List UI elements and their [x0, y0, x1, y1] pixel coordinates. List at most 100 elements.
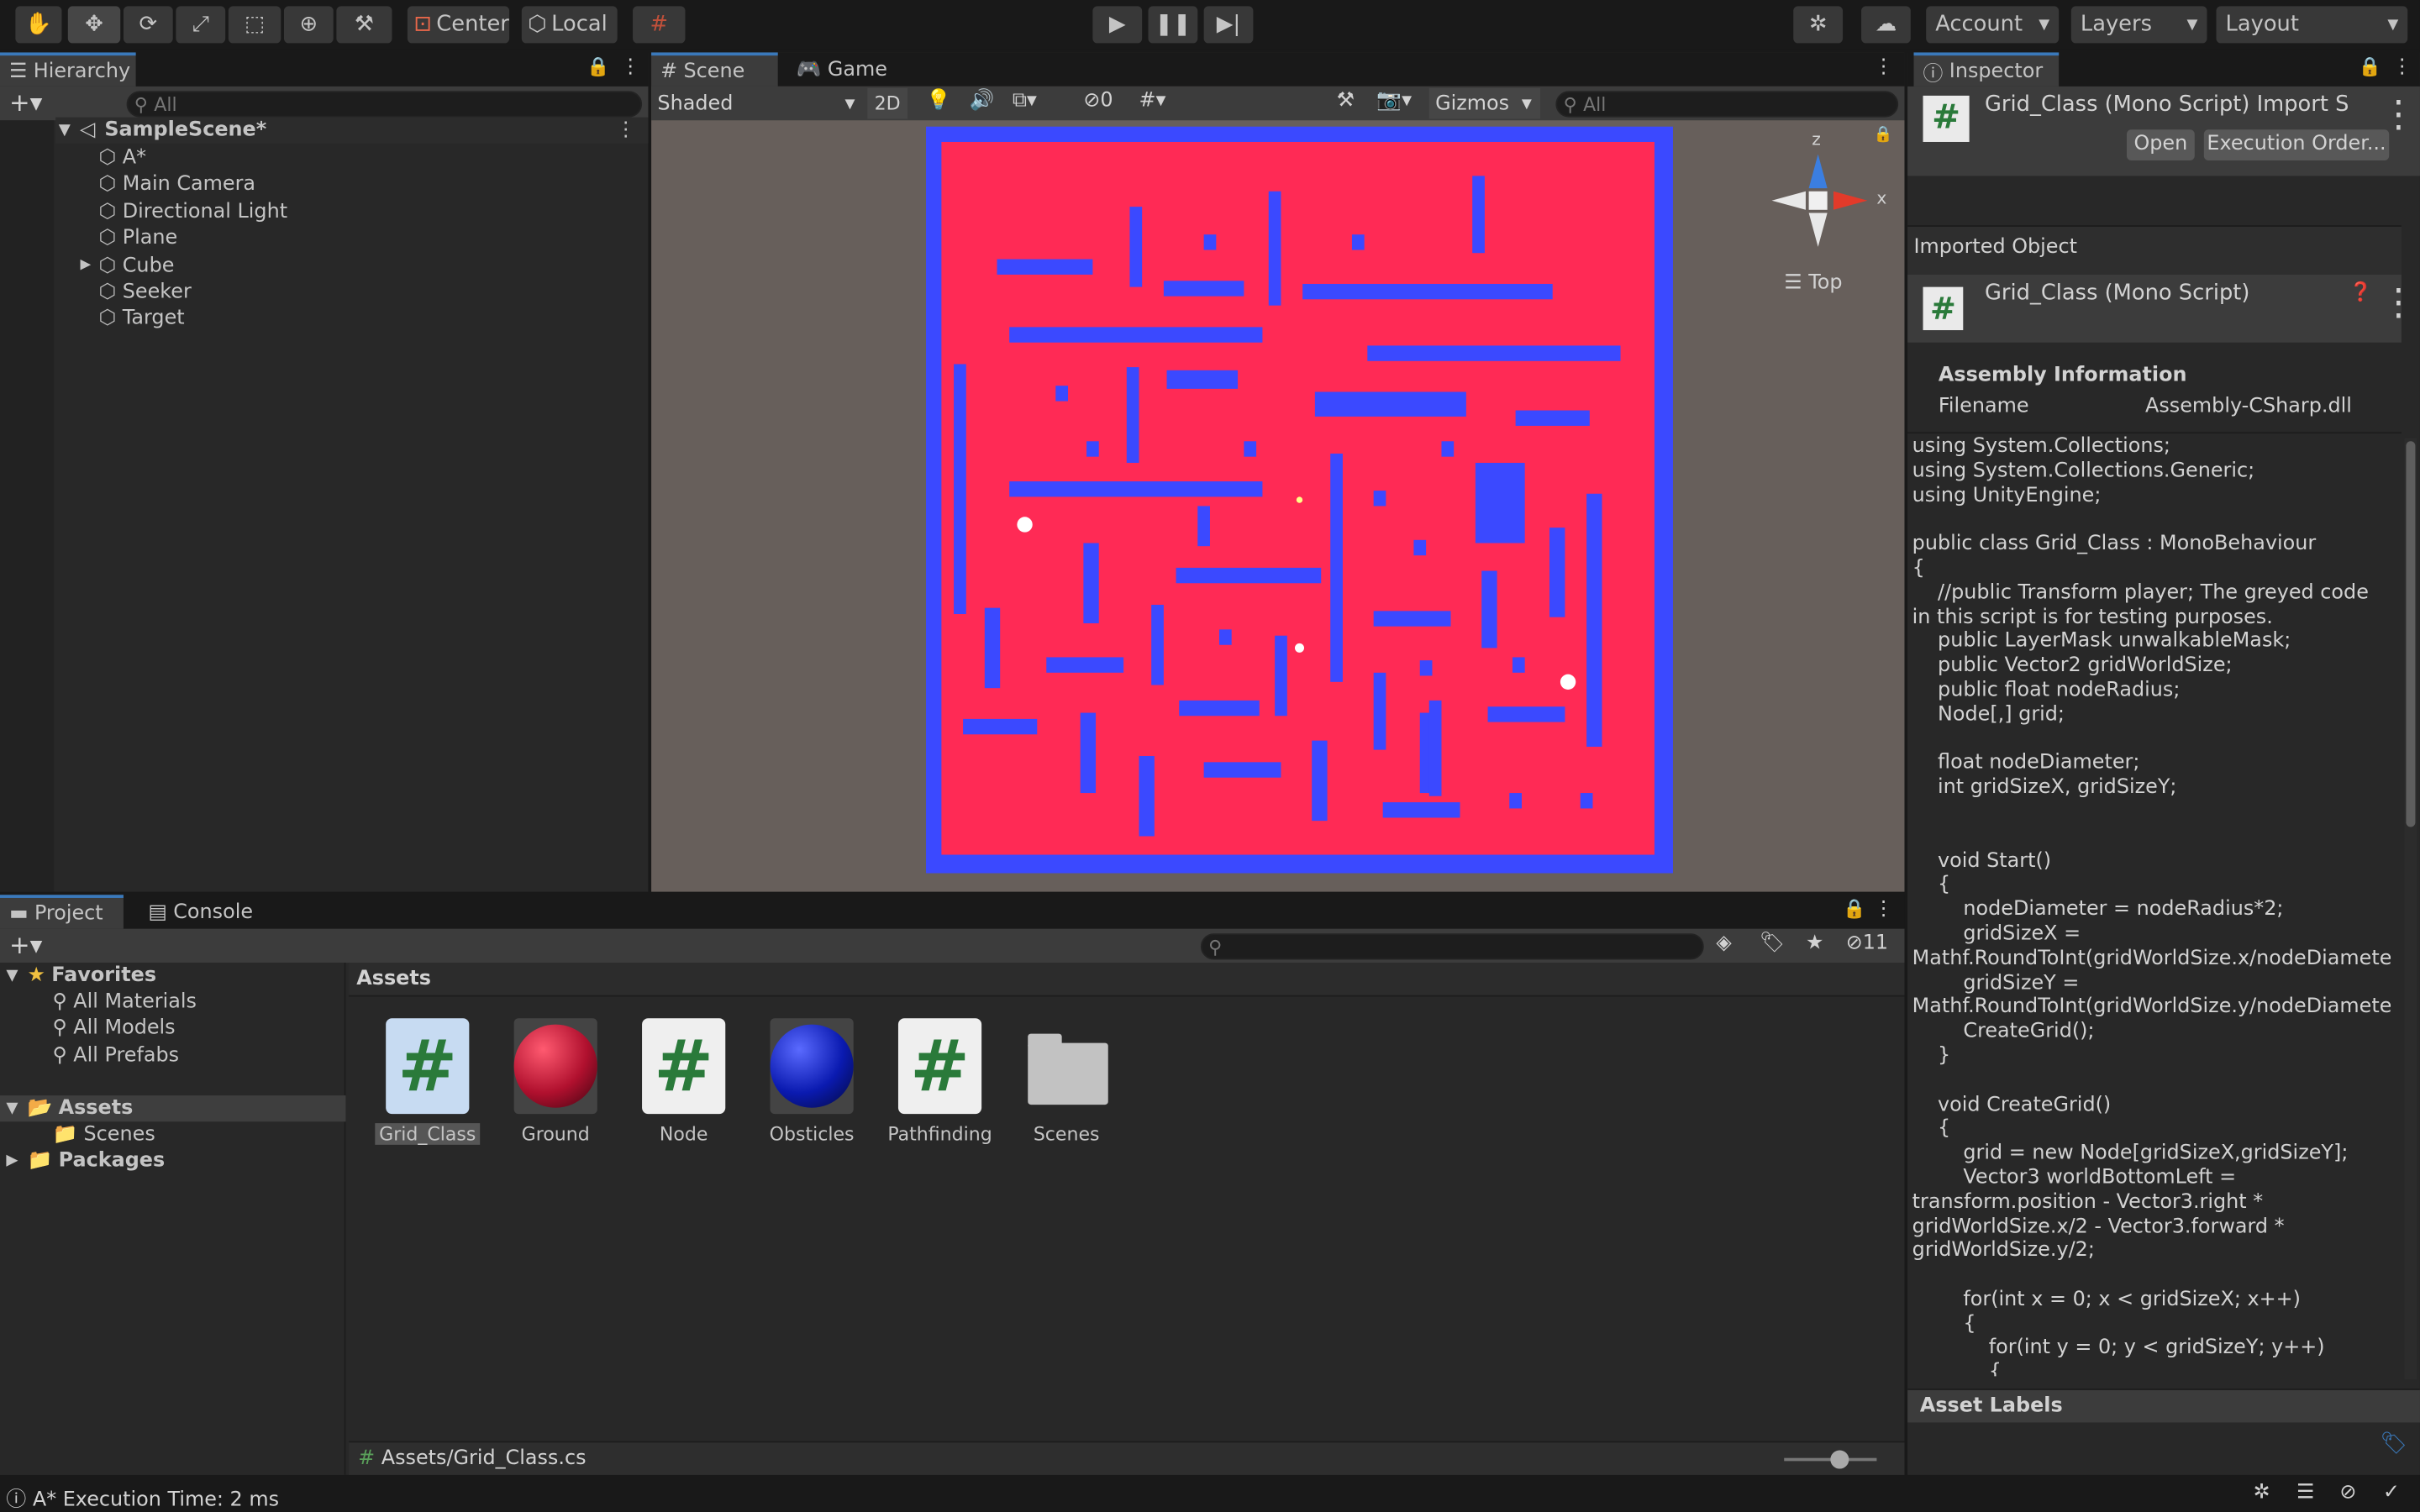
lighting-icon[interactable]: 💡	[926, 90, 951, 113]
grid-toggle-icon[interactable]: #▾	[1139, 90, 1165, 113]
gizmos-dropdown[interactable]: Gizmos ▾	[1428, 87, 1541, 119]
tools-overlay-icon[interactable]: ⚒	[1337, 90, 1355, 113]
hierarchy-item[interactable]: ▶ ⬡ Cube	[77, 252, 175, 278]
pause-button[interactable]: ❚❚	[1148, 6, 1198, 44]
move-tool-button[interactable]: ✥	[67, 6, 121, 44]
more-menu-icon[interactable]: ⋮	[2392, 55, 2412, 79]
hierarchy-item[interactable]: ⬡ Plane	[77, 226, 178, 252]
auto-generate-icon[interactable]: ⊘	[2339, 1481, 2356, 1504]
inspector-scrollbar[interactable]	[2404, 438, 2417, 1380]
maze-wall	[1312, 740, 1328, 822]
scene-search-input[interactable]: ⚲ All	[1555, 91, 1899, 118]
pivot-local-button[interactable]: ⬡ Local	[521, 6, 618, 44]
more-menu-icon[interactable]: ⋮	[620, 55, 640, 79]
services-button[interactable]: ✲	[1793, 6, 1844, 44]
layout-label: Layout	[2225, 12, 2299, 38]
step-button[interactable]: ▶|	[1203, 6, 1254, 44]
scale-tool-button[interactable]: ⤢	[176, 6, 226, 44]
favorites-row[interactable]: ▼ ★ Favorites	[6, 963, 345, 989]
zoom-slider[interactable]	[1784, 1450, 1877, 1469]
tag-icon[interactable]: 🏷	[2380, 1431, 2407, 1456]
custom-tool-button[interactable]: ⚒	[336, 6, 392, 44]
status-message[interactable]: ⓘ A* Execution Time: 2 ms	[6, 1483, 279, 1512]
check-icon[interactable]: ✓	[2383, 1481, 2400, 1504]
scrollbar-thumb[interactable]	[2406, 441, 2416, 827]
scene-menu-icon[interactable]: ⋮	[616, 118, 636, 142]
shading-dropdown[interactable]: Shaded ▾	[657, 88, 855, 119]
help-icon[interactable]: ❓	[2349, 281, 2371, 302]
rect-tool-button[interactable]: ⬚	[228, 6, 281, 44]
breadcrumb-label[interactable]: Assets	[356, 968, 431, 991]
play-button[interactable]: ▶	[1092, 6, 1143, 44]
pivot-center-button[interactable]: ⊡ Center	[407, 6, 510, 44]
cloud-button[interactable]: ☁	[1861, 6, 1911, 44]
asset-ground[interactable]: Ground	[502, 1018, 610, 1145]
maze-viewport[interactable]	[926, 126, 1673, 874]
cube-icon: ⬡	[528, 12, 547, 38]
maze-wall	[1586, 493, 1602, 747]
favorite-item[interactable]: ⚲ All Models	[52, 1016, 175, 1042]
search-icon: ⚲	[134, 93, 148, 115]
hierarchy-item[interactable]: ⬡ Target	[77, 306, 185, 332]
lock-icon[interactable]: 🔒	[2358, 55, 2381, 77]
lock-icon[interactable]: 🔒	[587, 55, 609, 77]
2d-toggle[interactable]: 2D	[867, 87, 908, 119]
hierarchy-search-input[interactable]: ⚲ All	[126, 91, 643, 118]
hidden-objects-icon[interactable]: ⊘0	[1083, 90, 1113, 113]
favorite-star-icon[interactable]: ★	[1806, 932, 1823, 955]
maze-wall	[1441, 441, 1455, 457]
tab-project[interactable]: ▬ Project	[0, 895, 124, 929]
scene-row[interactable]: ▼ ◁ SampleScene* ⋮	[55, 117, 649, 144]
maze-wall	[1419, 660, 1433, 676]
slider-thumb[interactable]	[1830, 1450, 1849, 1469]
lock-icon[interactable]: 🔒	[1874, 127, 1893, 144]
assets-row[interactable]: ▼ 📂 Assets	[0, 1095, 346, 1122]
asset-scenes-folder[interactable]: Scenes	[1013, 1018, 1121, 1145]
script-icon: #	[642, 1018, 726, 1115]
more-menu-icon[interactable]: ⋮	[2380, 281, 2417, 323]
tab-scene[interactable]: # Scene	[651, 52, 778, 87]
account-dropdown[interactable]: Account ▾	[1926, 6, 2060, 44]
add-icon[interactable]: +▾	[9, 931, 42, 960]
hierarchy-item[interactable]: ⬡ A*	[77, 145, 147, 171]
favorite-item[interactable]: ⚲ All Materials	[52, 989, 197, 1015]
tab-hierarchy[interactable]: ☰ Hierarchy	[0, 52, 136, 87]
asset-node[interactable]: # Node	[629, 1018, 738, 1145]
tab-game[interactable]: 🎮 Game	[787, 52, 896, 86]
orientation-gizmo[interactable]: z x ☰ Top 🔒	[1765, 127, 1904, 318]
filter-type-icon[interactable]: ◈	[1716, 932, 1731, 955]
more-menu-icon[interactable]: ⋮	[1874, 898, 1894, 921]
hierarchy-item[interactable]: ⬡ Main Camera	[77, 172, 256, 198]
asset-obsticles[interactable]: Obsticles	[758, 1018, 866, 1145]
open-button[interactable]: Open	[2126, 129, 2195, 161]
audio-icon[interactable]: 🔊	[969, 90, 994, 113]
hierarchy-item[interactable]: ⬡ Seeker	[77, 279, 192, 305]
layout-dropdown[interactable]: Layout ▾	[2216, 6, 2408, 44]
packages-row[interactable]: ▶ 📁 Packages	[6, 1148, 165, 1174]
label-filter-icon[interactable]: 🏷	[1760, 932, 1785, 955]
lock-icon[interactable]: 🔒	[1843, 898, 1865, 920]
more-menu-icon[interactable]: ⋮	[1874, 55, 1894, 79]
debug-icon[interactable]: ✲	[2254, 1481, 2270, 1504]
grid-snap-button[interactable]: #	[633, 6, 686, 44]
caret-down-icon: ▾	[844, 92, 855, 115]
hand-tool-button[interactable]: ✋	[15, 6, 62, 44]
transform-tool-button[interactable]: ⊕	[283, 6, 334, 44]
scenes-folder-row[interactable]: 📁 Scenes	[52, 1121, 155, 1147]
add-icon[interactable]: +▾	[9, 88, 42, 118]
tab-inspector[interactable]: ⓘ Inspector	[1913, 52, 2060, 87]
rotate-tool-button[interactable]: ⟳	[123, 6, 173, 44]
tab-console[interactable]: ▤ Console	[139, 895, 277, 928]
asset-grid-class[interactable]: # Grid_Class	[373, 1018, 481, 1145]
effects-icon[interactable]: ⧉▾	[1013, 90, 1037, 113]
asset-pathfinding[interactable]: # Pathfinding	[886, 1018, 994, 1145]
camera-icon[interactable]: 📷▾	[1376, 90, 1412, 113]
execution-order-button[interactable]: Execution Order...	[2203, 129, 2390, 161]
expand-arrow-icon[interactable]: ▶	[81, 258, 92, 273]
hidden-packages-icon[interactable]: ⊘11	[1846, 932, 1888, 955]
favorite-item[interactable]: ⚲ All Prefabs	[52, 1042, 179, 1068]
cache-icon[interactable]: ☰	[2296, 1481, 2314, 1504]
project-search-input[interactable]: ⚲	[1200, 933, 1704, 960]
layers-dropdown[interactable]: Layers ▾	[2070, 6, 2207, 44]
hierarchy-item[interactable]: ⬡ Directional Light	[77, 199, 288, 225]
